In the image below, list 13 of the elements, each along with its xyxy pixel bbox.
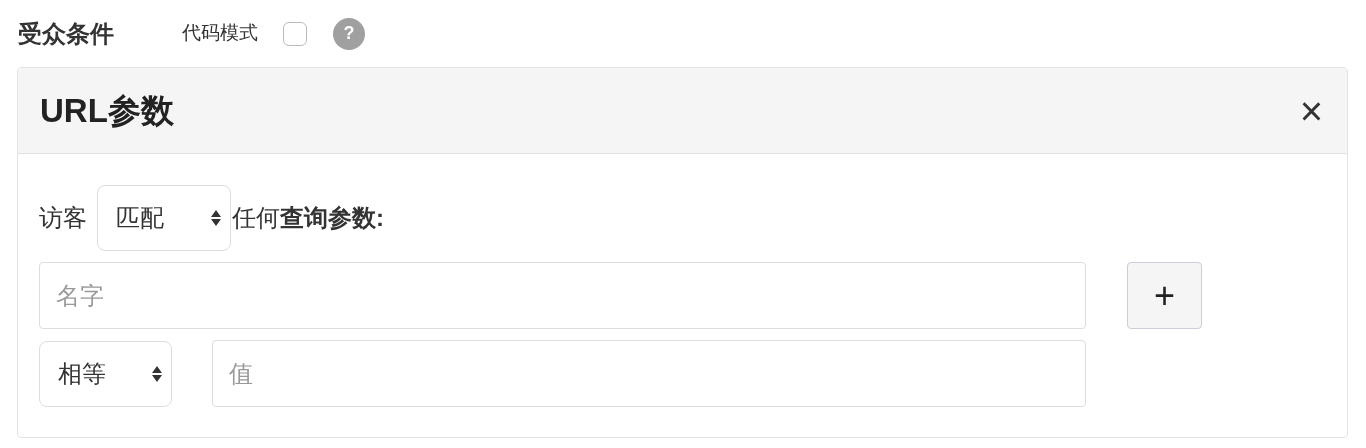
panel-title: URL参数: [40, 90, 174, 131]
sort-arrows-icon: [210, 208, 222, 228]
section-title: 受众条件: [18, 18, 114, 49]
name-field[interactable]: 名字: [39, 262, 1086, 329]
close-button[interactable]: ×: [1295, 90, 1327, 131]
code-mode-checkbox[interactable]: [283, 21, 307, 46]
code-mode-label: 代码模式: [182, 21, 258, 46]
visitor-label: 访客: [39, 203, 87, 233]
operator-select[interactable]: 相等: [39, 340, 172, 407]
add-button[interactable]: +: [1127, 262, 1202, 329]
match-select[interactable]: 匹配: [97, 185, 231, 251]
value-field[interactable]: 值: [212, 340, 1086, 407]
rule-text: 任何查询参数:: [232, 203, 384, 233]
